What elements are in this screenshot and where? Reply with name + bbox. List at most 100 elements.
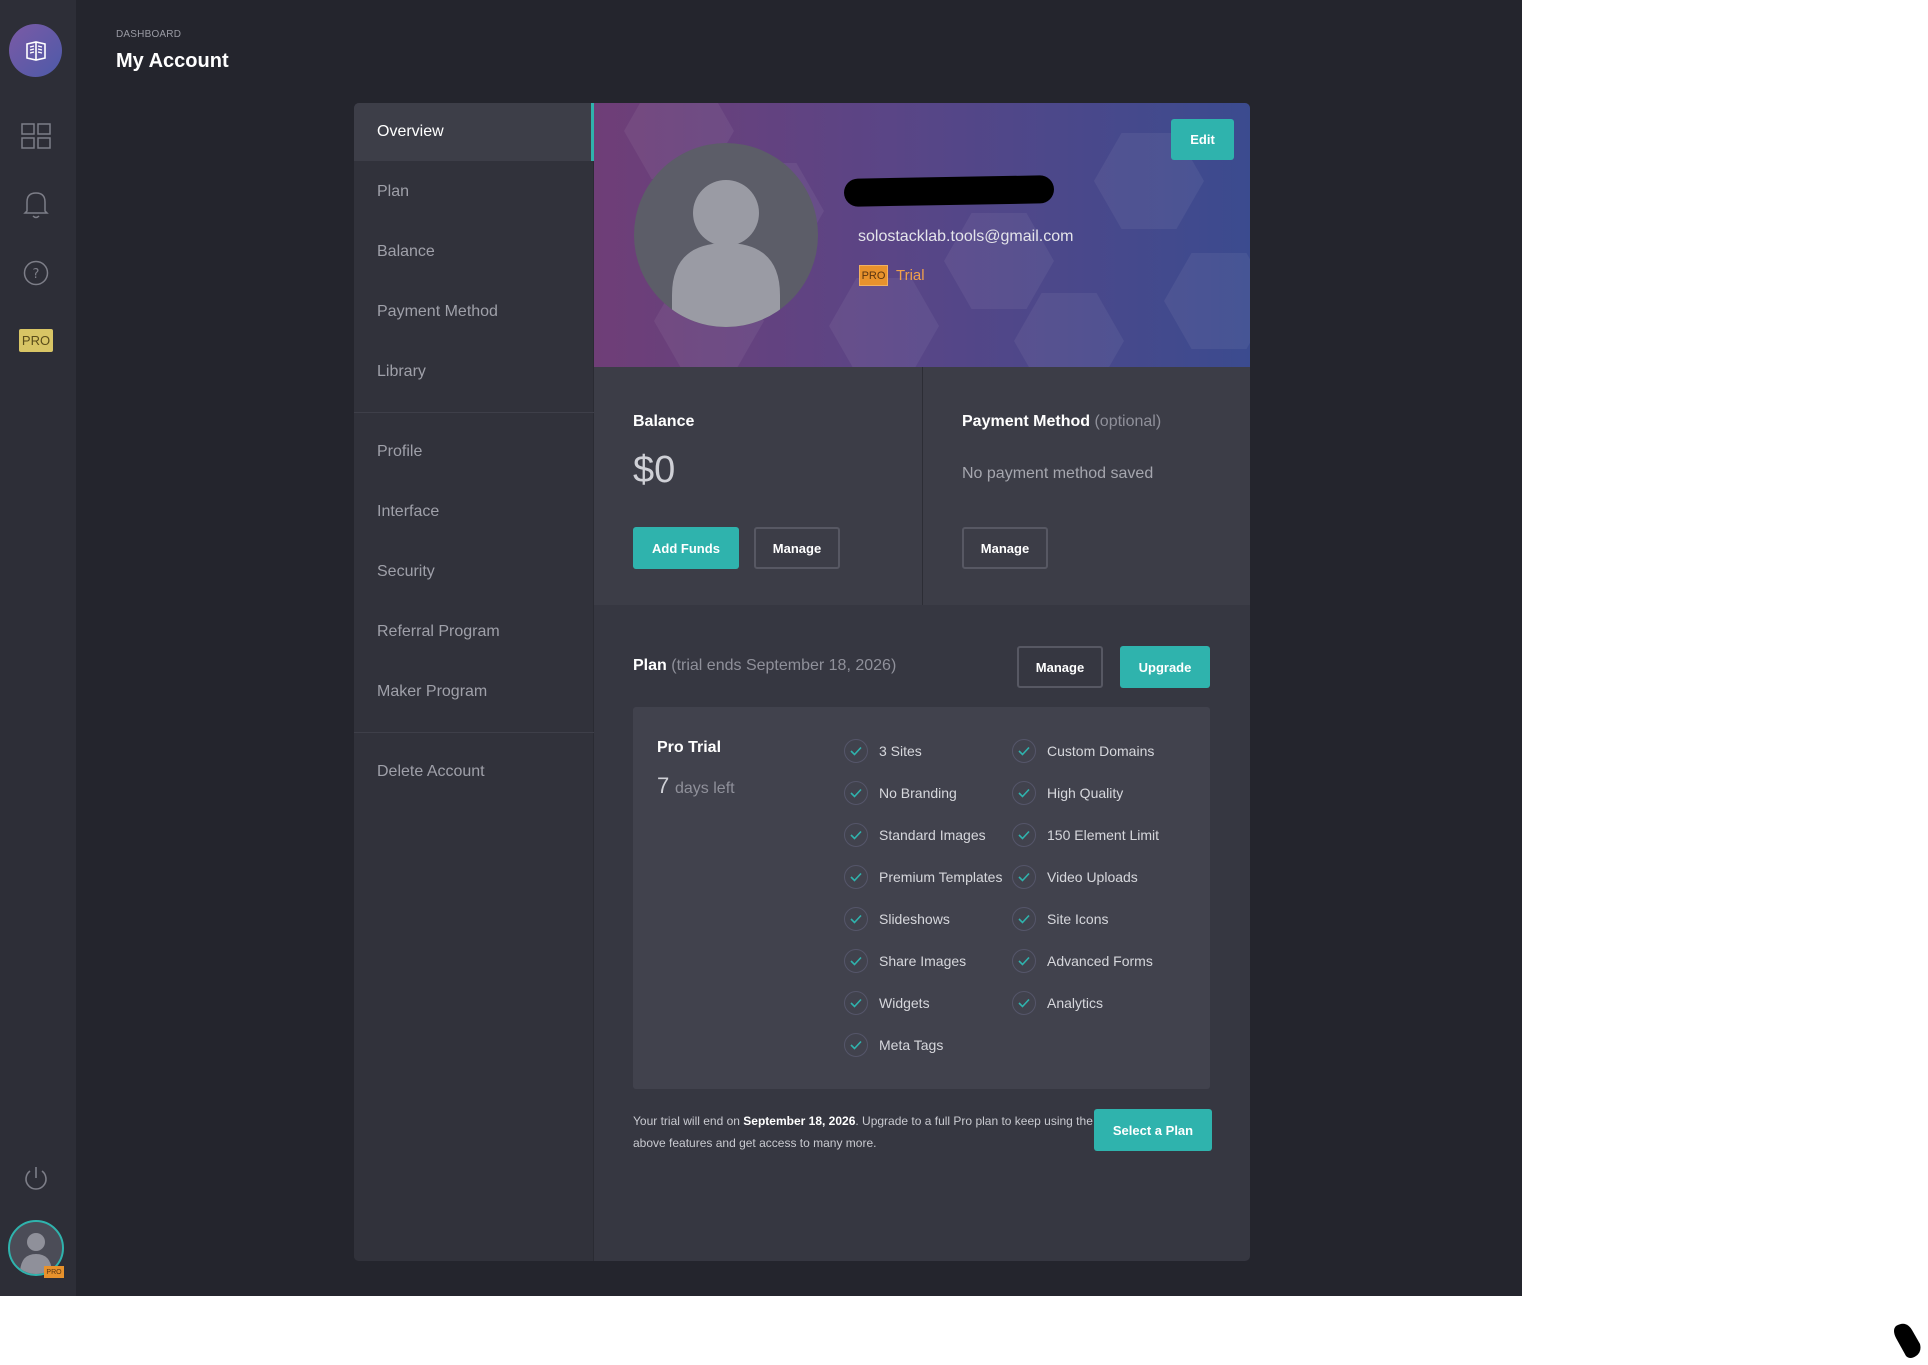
feature-label: Standard Images: [879, 827, 986, 843]
feature-item: Analytics: [1012, 990, 1103, 1016]
add-funds-button[interactable]: Add Funds: [633, 527, 739, 569]
checkmark-icon: [844, 907, 868, 931]
feature-label: Widgets: [879, 995, 930, 1011]
balance-value: $0: [633, 449, 676, 491]
trial-end-note: Your trial will end on September 18, 202…: [633, 1110, 1093, 1154]
profile-banner: solostacklab.tools@gmail.com PRO Trial E…: [594, 103, 1250, 367]
feature-label: Premium Templates: [879, 869, 1003, 885]
section-divider: [922, 367, 923, 605]
feature-item: Widgets: [844, 990, 930, 1016]
balance-payment-section: Balance $0 Add Funds Manage Payment Meth…: [594, 367, 1250, 605]
nav-item-profile[interactable]: Profile: [354, 423, 594, 481]
balance-title: Balance: [633, 413, 695, 430]
nav-item-maker-program[interactable]: Maker Program: [354, 663, 594, 721]
nav-item-library[interactable]: Library: [354, 343, 594, 401]
nav-item-delete-account[interactable]: Delete Account: [354, 743, 594, 801]
plan-details-box: Pro Trial 7 days left 3 Sites No Branding…: [633, 707, 1210, 1089]
feature-item: No Branding: [844, 780, 957, 806]
feature-item: Standard Images: [844, 822, 986, 848]
feature-item: 150 Element Limit: [1012, 822, 1159, 848]
feature-label: Analytics: [1047, 995, 1104, 1011]
no-payment-method-text: No payment method saved: [962, 465, 1154, 482]
days-left-label: days left: [675, 780, 735, 797]
edit-profile-button[interactable]: Edit: [1171, 119, 1234, 160]
payment-method-title-text: Payment Method: [962, 413, 1091, 430]
power-icon[interactable]: [20, 1162, 52, 1194]
checkmark-icon: [1012, 949, 1036, 973]
feature-item: Advanced Forms: [1012, 948, 1153, 974]
feature-label: Custom Domains: [1047, 743, 1155, 759]
feature-item: High Quality: [1012, 780, 1123, 806]
profile-picture[interactable]: [634, 143, 818, 327]
nav-divider: [354, 732, 594, 733]
nav-item-referral-program[interactable]: Referral Program: [354, 603, 594, 661]
feature-item: Share Images: [844, 948, 966, 974]
trial-tag: Trial: [896, 267, 925, 284]
checkmark-icon: [1012, 781, 1036, 805]
account-card: Overview Plan Balance Payment Method Lib…: [354, 103, 1250, 1261]
overview-content: solostacklab.tools@gmail.com PRO Trial E…: [594, 103, 1250, 1261]
feature-label: No Branding: [879, 785, 957, 801]
nav-item-interface[interactable]: Interface: [354, 483, 594, 541]
feature-label: Video Uploads: [1047, 869, 1138, 885]
avatar-pro-badge: PRO: [44, 1266, 64, 1278]
checkmark-icon: [1012, 865, 1036, 889]
feature-label: Advanced Forms: [1047, 953, 1153, 969]
checkmark-icon: [844, 781, 868, 805]
checkmark-icon: [1012, 907, 1036, 931]
nav-item-security[interactable]: Security: [354, 543, 594, 601]
feature-item: Slideshows: [844, 906, 950, 932]
feature-label: 3 Sites: [879, 743, 922, 759]
app-logo[interactable]: [9, 24, 62, 77]
nav-item-balance[interactable]: Balance: [354, 223, 594, 281]
banner-hexagon: [1014, 293, 1124, 367]
feature-label: High Quality: [1047, 785, 1124, 801]
days-left-count: 7: [657, 773, 670, 798]
checkmark-icon: [1012, 739, 1036, 763]
redacted-username: [843, 175, 1055, 207]
feature-label: Site Icons: [1047, 911, 1109, 927]
feature-label: Share Images: [879, 953, 967, 969]
payment-method-optional: (optional): [1094, 413, 1162, 430]
plan-title-text: Plan: [633, 657, 667, 674]
dashboard-grid-icon[interactable]: [20, 120, 52, 152]
left-rail: ? PRO PRO: [0, 0, 76, 1296]
plan-name: Pro Trial: [657, 739, 722, 756]
checkmark-icon: [844, 949, 868, 973]
account-nav: Overview Plan Balance Payment Method Lib…: [354, 103, 594, 1261]
feature-item: Premium Templates: [844, 864, 1002, 890]
nav-divider: [354, 412, 594, 413]
nav-item-payment-method[interactable]: Payment Method: [354, 283, 594, 341]
banner-hexagon: [829, 278, 939, 367]
pro-tag: PRO: [859, 265, 888, 286]
trial-note-date: September 18, 2026: [743, 1114, 856, 1128]
user-email: solostacklab.tools@gmail.com: [858, 228, 1074, 245]
feature-item: Custom Domains: [1012, 738, 1154, 764]
payment-method-title: Payment Method (optional): [962, 413, 1161, 431]
checkmark-icon: [844, 1033, 868, 1057]
trial-note-pre: Your trial will end on: [633, 1114, 744, 1128]
bell-icon[interactable]: [20, 188, 52, 220]
nav-item-overview[interactable]: Overview: [354, 103, 594, 161]
manage-payment-button[interactable]: Manage: [962, 527, 1048, 569]
pro-badge[interactable]: PRO: [19, 329, 53, 352]
app-window: ? PRO PRO DASHBOARD My Account Overview …: [0, 0, 1522, 1296]
book-icon: [25, 40, 46, 61]
breadcrumb[interactable]: DASHBOARD: [116, 29, 181, 40]
manage-balance-button[interactable]: Manage: [754, 527, 840, 569]
feature-item: Meta Tags: [844, 1032, 943, 1058]
select-plan-button[interactable]: Select a Plan: [1094, 1109, 1212, 1151]
mouse-cursor-icon: [1894, 1323, 1921, 1358]
help-icon[interactable]: ?: [20, 257, 52, 289]
feature-label: 150 Element Limit: [1047, 827, 1160, 843]
page-title: My Account: [116, 50, 229, 72]
checkmark-icon: [1012, 991, 1036, 1015]
manage-plan-button[interactable]: Manage: [1017, 646, 1103, 688]
feature-label: Slideshows: [879, 911, 950, 927]
svg-text:?: ?: [33, 267, 40, 282]
feature-label: Meta Tags: [879, 1037, 944, 1053]
checkmark-icon: [844, 739, 868, 763]
checkmark-icon: [844, 865, 868, 889]
nav-item-plan[interactable]: Plan: [354, 163, 594, 221]
upgrade-button[interactable]: Upgrade: [1120, 646, 1210, 688]
